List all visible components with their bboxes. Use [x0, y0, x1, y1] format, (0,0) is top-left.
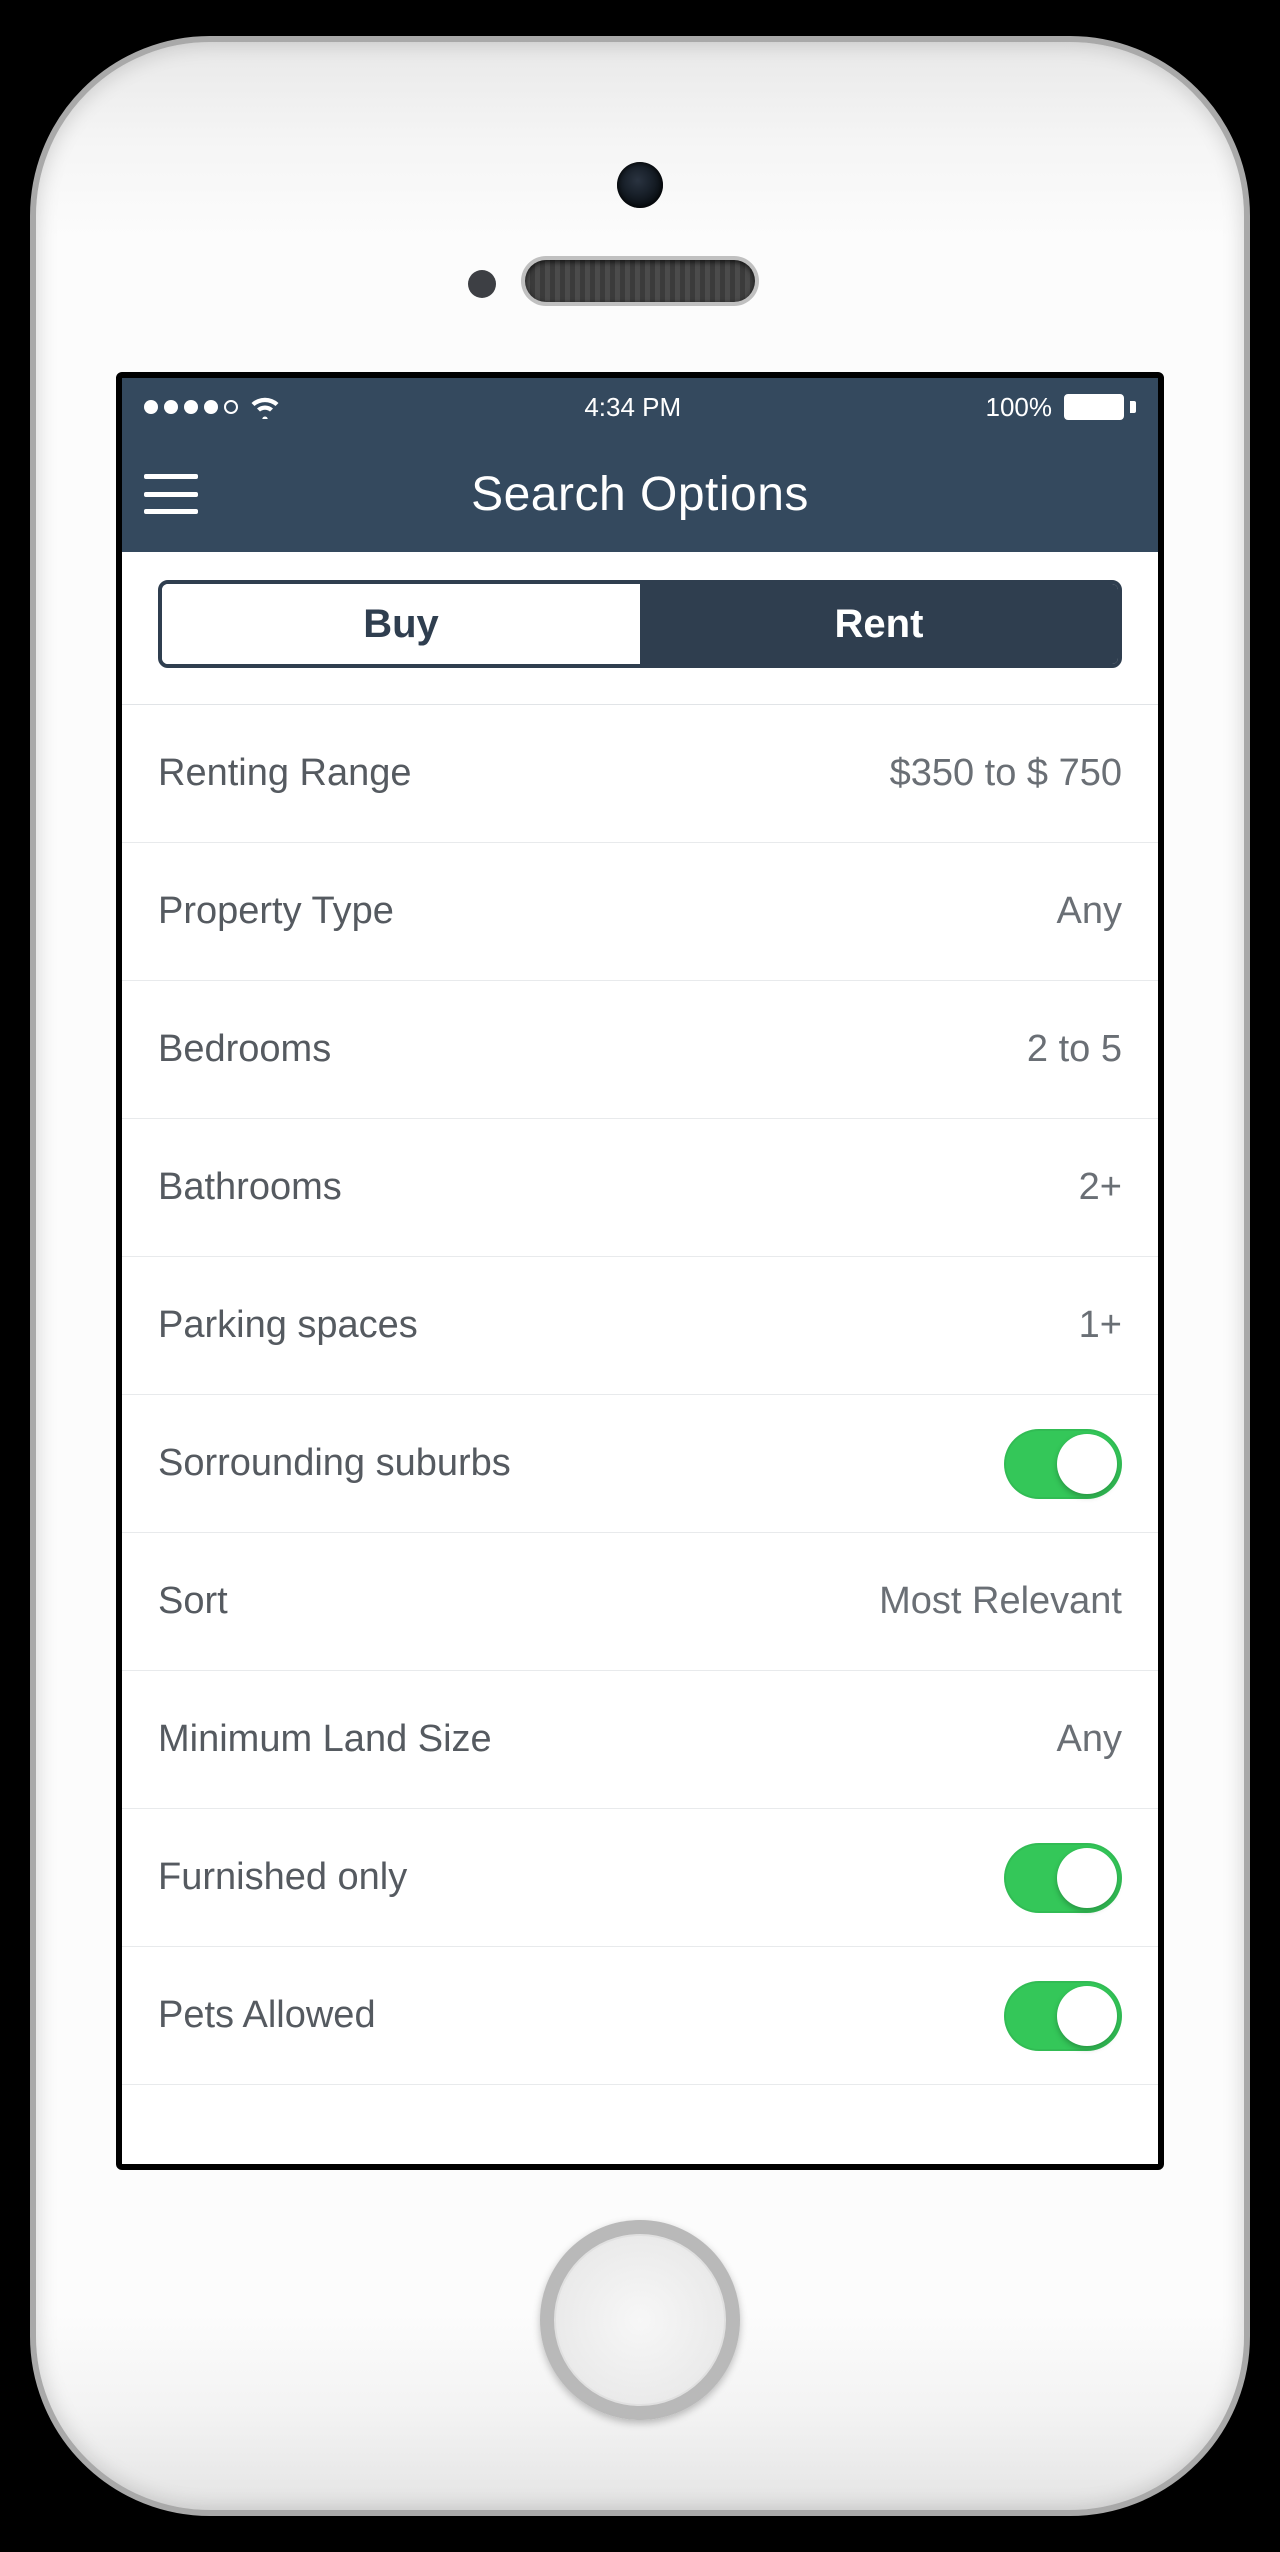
- phone-frame: 4:34 PM 100% Search Options Buy: [30, 36, 1250, 2516]
- row-parking-spaces[interactable]: Parking spaces 1+: [122, 1257, 1158, 1395]
- row-label: Furnished only: [158, 1856, 407, 1899]
- segment-buy[interactable]: Buy: [162, 584, 640, 664]
- row-minimum-land-size[interactable]: Minimum Land Size Any: [122, 1671, 1158, 1809]
- row-value: Any: [1057, 1718, 1122, 1761]
- toggle-furnished-only[interactable]: [1004, 1843, 1122, 1913]
- home-button[interactable]: [540, 2220, 740, 2420]
- mode-segmented-wrap: Buy Rent: [122, 552, 1158, 705]
- row-bathrooms[interactable]: Bathrooms 2+: [122, 1119, 1158, 1257]
- toggle-surrounding-suburbs[interactable]: [1004, 1429, 1122, 1499]
- row-label: Property Type: [158, 890, 394, 933]
- screen: 4:34 PM 100% Search Options Buy: [116, 372, 1164, 2170]
- navbar: Search Options: [122, 436, 1158, 552]
- mode-segmented: Buy Rent: [158, 580, 1122, 668]
- page-title: Search Options: [122, 467, 1158, 522]
- battery-icon: [1064, 394, 1136, 420]
- row-label: Parking spaces: [158, 1304, 418, 1347]
- row-label: Sort: [158, 1580, 228, 1623]
- row-furnished-only[interactable]: Furnished only: [122, 1809, 1158, 1947]
- row-label: Renting Range: [158, 752, 412, 795]
- row-value: Most Relevant: [879, 1580, 1122, 1623]
- row-property-type[interactable]: Property Type Any: [122, 843, 1158, 981]
- battery-percent: 100%: [985, 392, 1052, 423]
- row-value: Any: [1057, 890, 1122, 933]
- camera-icon: [617, 162, 663, 208]
- sensor-dot-icon: [468, 270, 496, 298]
- signal-strength-icon: [144, 400, 238, 414]
- row-label: Pets Allowed: [158, 1994, 376, 2037]
- row-value: $350 to $ 750: [890, 752, 1122, 795]
- menu-icon[interactable]: [144, 474, 198, 514]
- row-label: Bathrooms: [158, 1166, 342, 1209]
- filter-list: Renting Range $350 to $ 750 Property Typ…: [122, 705, 1158, 2164]
- row-label: Minimum Land Size: [158, 1718, 492, 1761]
- status-bar: 4:34 PM 100%: [122, 378, 1158, 436]
- earpiece-speaker-icon: [525, 260, 755, 302]
- row-bedrooms[interactable]: Bedrooms 2 to 5: [122, 981, 1158, 1119]
- row-label: Sorrounding suburbs: [158, 1442, 511, 1485]
- toggle-pets-allowed[interactable]: [1004, 1981, 1122, 2051]
- wifi-icon: [250, 395, 280, 419]
- row-label: Bedrooms: [158, 1028, 331, 1071]
- row-value: 2 to 5: [1027, 1028, 1122, 1071]
- row-sort[interactable]: Sort Most Relevant: [122, 1533, 1158, 1671]
- row-pets-allowed[interactable]: Pets Allowed: [122, 1947, 1158, 2085]
- status-time: 4:34 PM: [584, 392, 681, 423]
- row-surrounding-suburbs[interactable]: Sorrounding suburbs: [122, 1395, 1158, 1533]
- row-value: 1+: [1079, 1304, 1122, 1347]
- row-renting-range[interactable]: Renting Range $350 to $ 750: [122, 705, 1158, 843]
- row-value: 2+: [1079, 1166, 1122, 1209]
- segment-rent[interactable]: Rent: [640, 584, 1118, 664]
